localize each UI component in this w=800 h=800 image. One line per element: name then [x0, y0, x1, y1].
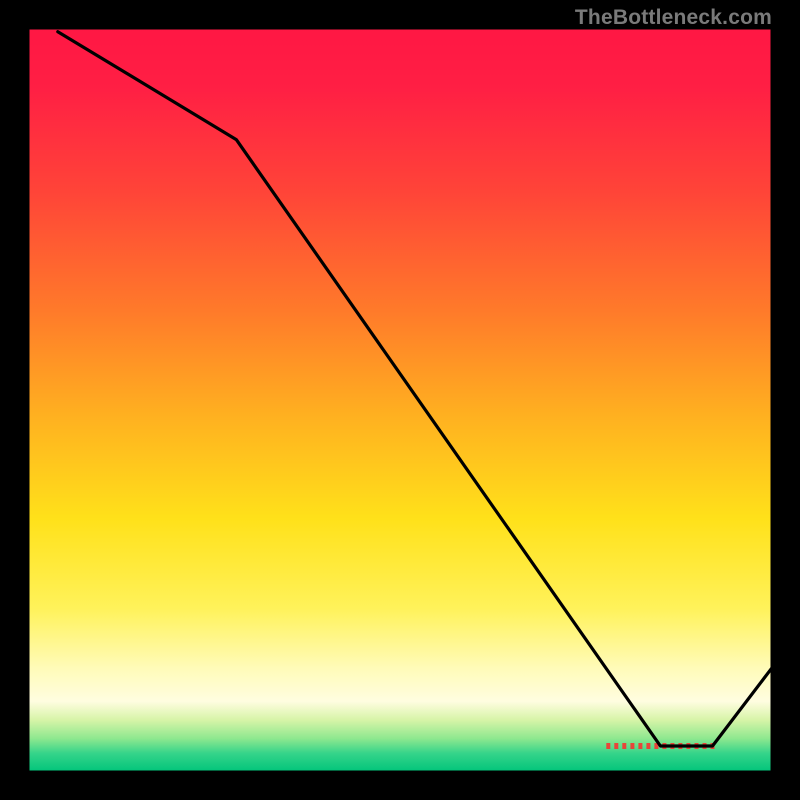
bottleneck-chart: TheBottleneck.com [0, 0, 800, 800]
watermark-text: TheBottleneck.com [575, 6, 772, 30]
chart-plot-bg [28, 28, 772, 772]
chart-svg [0, 0, 800, 800]
